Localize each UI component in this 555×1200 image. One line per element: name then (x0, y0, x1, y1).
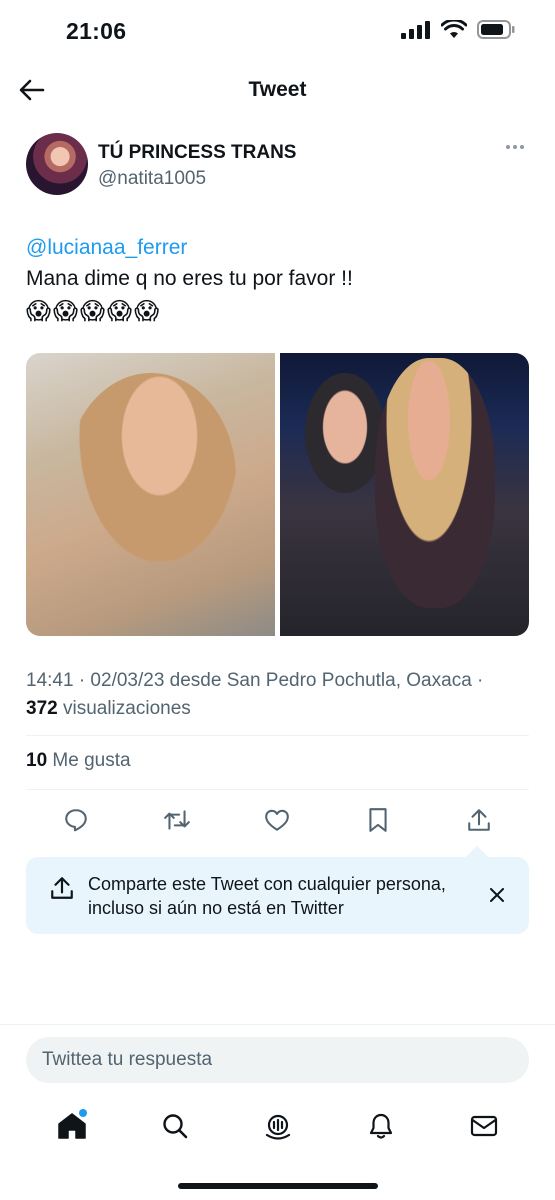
views-row: 372 visualizaciones (26, 695, 531, 723)
tab-spaces[interactable] (253, 1101, 303, 1151)
spaces-icon (265, 1114, 290, 1140)
reply-button[interactable] (56, 800, 96, 840)
new-content-dot (78, 1109, 87, 1117)
divider (26, 735, 529, 736)
share-button[interactable] (459, 800, 499, 840)
views-label: visualizaciones (62, 698, 191, 719)
author-handle[interactable]: @natita1005 (98, 168, 206, 190)
status-time: 21:06 (66, 18, 127, 44)
more-options-button[interactable] (502, 137, 528, 157)
likes-row[interactable]: 10 Me gusta (26, 750, 131, 772)
close-icon (490, 888, 504, 902)
messages-icon (470, 1115, 497, 1137)
share-suggestion-text: Comparte este Tweet con cualquier person… (88, 874, 446, 918)
tweet-photo-1[interactable] (26, 353, 275, 636)
status-icons (401, 20, 515, 39)
mention-link[interactable]: @lucianaa_ferrer (26, 232, 531, 263)
retweet-icon (164, 810, 190, 830)
tab-messages[interactable] (459, 1101, 509, 1151)
page-title: Tweet (248, 78, 307, 101)
tweet-emojis: 😱😱😱😱😱 (26, 298, 162, 325)
cellular-signal-icon (401, 20, 430, 39)
reply-icon (65, 809, 88, 832)
tweet-photo-2[interactable] (280, 353, 529, 636)
tweet-media (26, 353, 529, 636)
status-bar: 21:06 (0, 0, 555, 66)
tweet-meta: 14:41 · 02/03/23 desde San Pedro Pochutl… (26, 667, 531, 723)
author-display-name[interactable]: TÚ PRINCESS TRANS (98, 142, 296, 164)
top-navigation: Tweet (0, 66, 555, 114)
avatar[interactable] (26, 133, 88, 195)
likes-label: Me gusta (52, 750, 131, 771)
tweet-text: @lucianaa_ferrer Mana dime q no eres tu … (26, 232, 531, 327)
share-icon (51, 877, 73, 899)
tab-home[interactable] (47, 1101, 97, 1151)
tweet-author: TÚ PRINCESS TRANS @natita1005 (26, 133, 530, 197)
tab-notifications[interactable] (356, 1101, 406, 1151)
search-icon (162, 1114, 187, 1139)
close-share-card-button[interactable] (485, 883, 509, 907)
tab-search[interactable] (150, 1101, 200, 1151)
like-icon (265, 809, 290, 831)
bottom-tab-bar (0, 1096, 555, 1156)
share-suggestion-card: Comparte este Tweet con cualquier person… (26, 857, 529, 934)
tweet-message: Mana dime q no eres tu por favor !! (26, 267, 353, 290)
views-count: 372 (26, 698, 58, 719)
likes-count: 10 (26, 750, 48, 771)
like-button[interactable] (257, 800, 297, 840)
more-dots-icon (506, 145, 510, 149)
tweet-actions (26, 800, 529, 840)
battery-icon (477, 20, 515, 39)
bookmark-icon (369, 808, 387, 832)
bookmark-button[interactable] (358, 800, 398, 840)
home-indicator[interactable] (178, 1183, 378, 1189)
retweet-button[interactable] (157, 800, 197, 840)
tweet-timestamp: 14:41 · 02/03/23 desde San Pedro Pochutl… (26, 670, 484, 691)
share-icon (467, 809, 490, 831)
notifications-icon (369, 1113, 392, 1139)
reply-input[interactable] (26, 1037, 529, 1083)
wifi-icon (441, 20, 467, 38)
divider (26, 789, 529, 790)
reply-bar (0, 1024, 555, 1096)
